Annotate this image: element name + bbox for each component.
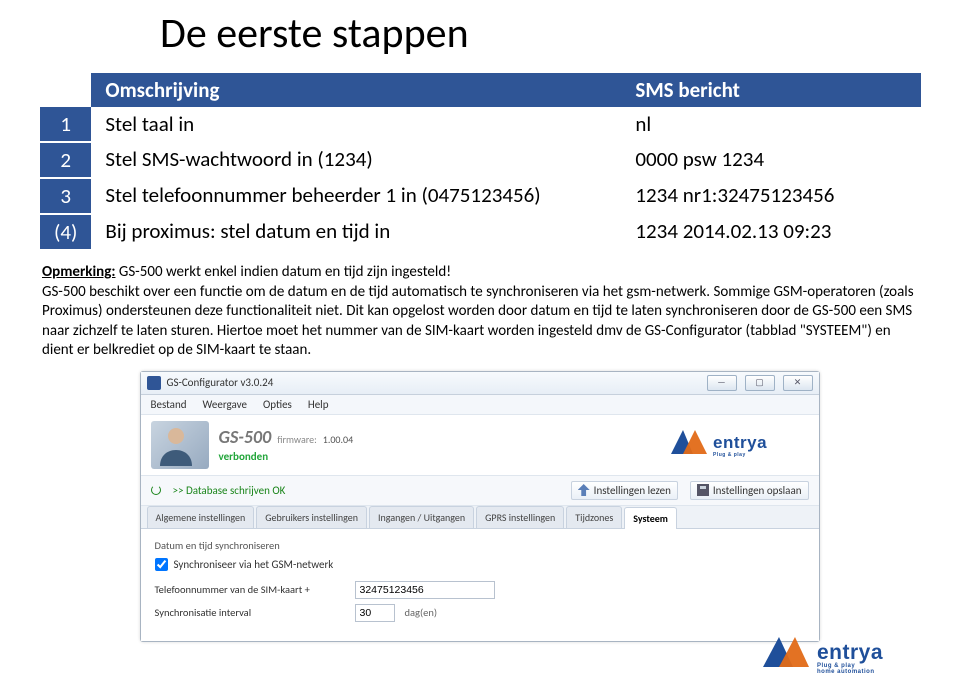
toolbar-status: >> Database schrijven OK [173,484,286,497]
entrya-logo-footer: entrya Plug & play home automation [761,633,931,680]
row-num: 2 [40,142,91,178]
app-title: GS-Configurator v3.0.24 [167,376,274,389]
menu-weergave[interactable]: Weergave [203,398,247,411]
app-icon [147,376,161,390]
table-row: 1 Stel taal in nl [40,107,921,142]
row-sms: 0000 psw 1234 [621,142,921,178]
remark-label: Opmerking: [42,263,115,281]
btn-opslaan-label: Instellingen opslaan [713,484,802,497]
menu-opties[interactable]: Opties [263,398,292,411]
firmware-value: 1.00.04 [323,433,353,446]
group-title: Datum en tijd synchroniseren [155,539,805,552]
svg-text:home automation: home automation [817,669,875,675]
menu-help[interactable]: Help [308,398,329,411]
menu-bar: Bestand Weergave Opties Help [141,395,819,415]
row-desc: Stel telefoonnummer beheerder 1 in (0475… [91,178,621,214]
menu-bestand[interactable]: Bestand [151,398,187,411]
svg-text:entrya: entrya [713,433,767,452]
app-header: GS-500 firmware: 1.00.04 verbonden entry… [141,415,819,476]
sim-tel-label: Telefoonnummer van de SIM-kaart + [155,583,345,596]
svg-text:Plug & play: Plug & play [713,452,746,458]
minimize-button[interactable]: — [707,375,737,391]
entrya-logo-header: entrya Plug & play [669,426,809,463]
tab-gprs[interactable]: GPRS instellingen [476,506,564,528]
table-row: 2 Stel SMS-wachtwoord in (1234) 0000 psw… [40,142,921,178]
table-row: 3 Stel telefoonnummer beheerder 1 in (04… [40,178,921,214]
remark-line1: GS-500 werkt enkel indien datum en tijd … [119,263,451,281]
tab-strip: Algemene instellingen Gebruikers instell… [141,506,819,529]
tab-ingangen[interactable]: Ingangen / Uitgangen [369,506,474,528]
row-num: 1 [40,107,91,142]
row-sms: nl [621,107,921,142]
configurator-window: GS-Configurator v3.0.24 — ▢ ✕ Bestand We… [140,371,820,642]
instellingen-opslaan-button[interactable]: Instellingen opslaan [690,481,809,500]
sim-tel-input[interactable] [355,581,495,599]
steps-table: Omschrijving SMS bericht 1 Stel taal in … [40,73,921,249]
table-header-desc: Omschrijving [91,73,621,107]
row-desc: Stel taal in [91,107,621,142]
remark-block: Opmerking: GS-500 werkt enkel indien dat… [42,263,917,361]
sync-interval-label: Synchronisatie interval [155,606,345,619]
tab-algemene[interactable]: Algemene instellingen [147,506,255,528]
sync-gsm-label: Synchroniseer via het GSM-netwerk [174,558,334,571]
close-button[interactable]: ✕ [783,375,813,391]
maximize-button[interactable]: ▢ [745,375,775,391]
product-model: GS-500 [219,426,272,448]
tab-systeem[interactable]: Systeem [624,507,677,529]
sync-interval-input[interactable] [355,604,395,622]
window-titlebar: GS-Configurator v3.0.24 — ▢ ✕ [141,372,819,395]
page-title: De eerste stappen [0,0,959,73]
instellingen-lezen-button[interactable]: Instellingen lezen [571,481,678,500]
row-sms: 1234 nr1:32475123456 [621,178,921,214]
row-sms: 1234 2014.02.13 09:23 [621,214,921,249]
connection-status: verbonden [219,450,354,463]
avatar [151,421,209,469]
btn-lezen-label: Instellingen lezen [594,484,671,497]
app-toolbar: >> Database schrijven OK Instellingen le… [141,476,819,506]
brand-name: entrya [817,641,883,664]
tab-tijdzones[interactable]: Tijdzones [566,506,622,528]
tab-gebruikers[interactable]: Gebruikers instellingen [256,506,367,528]
download-icon [578,484,590,496]
table-row: (4) Bij proximus: stel datum en tijd in … [40,214,921,249]
row-num: (4) [40,214,91,249]
sync-interval-unit: dag(en) [405,606,438,619]
system-tab-panel: Datum en tijd synchroniseren Synchronise… [141,529,819,641]
row-num: 3 [40,178,91,214]
save-icon [697,484,709,496]
sync-gsm-checkbox[interactable] [155,558,168,571]
firmware-label: firmware: [277,433,317,446]
remark-body: GS-500 beschikt over een functie om de d… [42,283,914,360]
table-header-sms: SMS bericht [621,73,921,107]
row-desc: Stel SMS-wachtwoord in (1234) [91,142,621,178]
refresh-icon [151,485,161,495]
row-desc: Bij proximus: stel datum en tijd in [91,214,621,249]
table-header-empty [40,73,91,107]
